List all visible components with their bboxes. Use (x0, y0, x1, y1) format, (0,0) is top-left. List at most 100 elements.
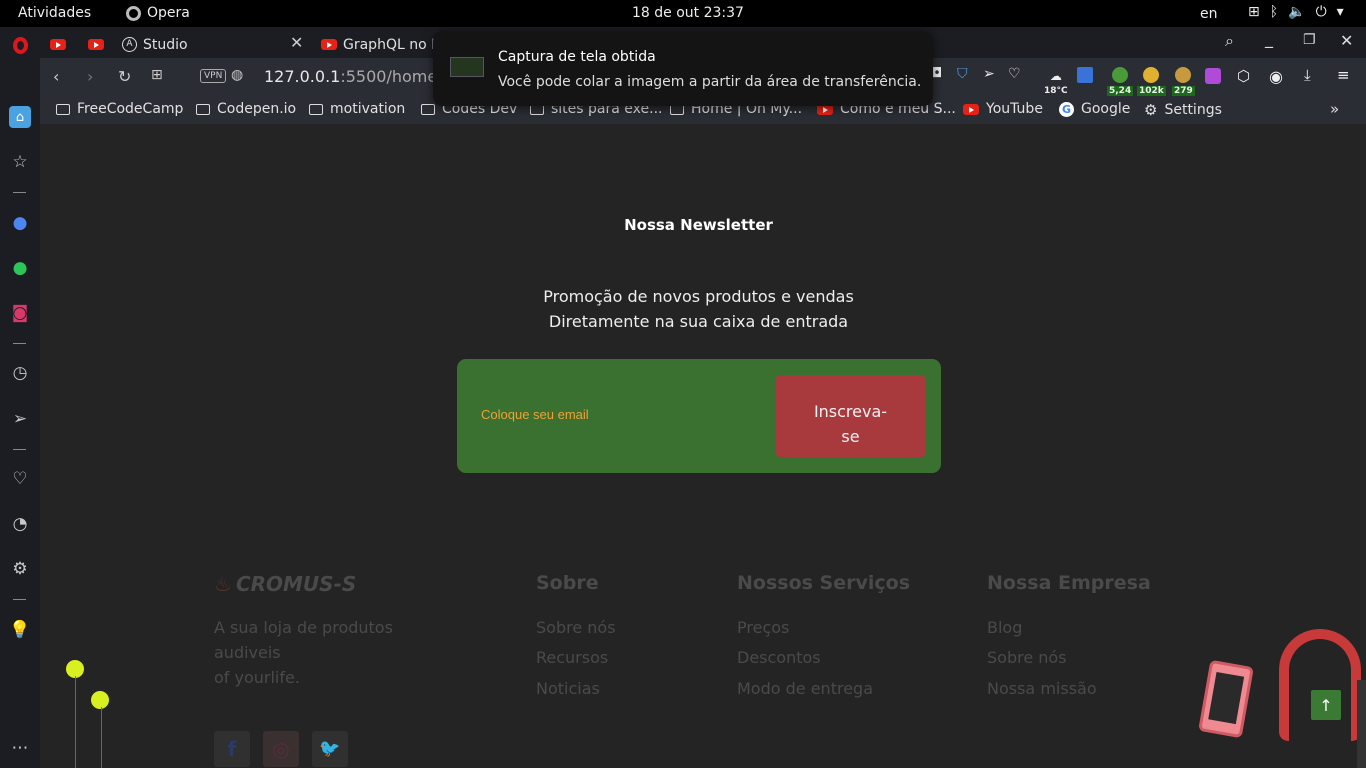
extensions-cube-icon[interactable]: ⬡ (1237, 67, 1250, 85)
shield-icon[interactable]: ⛉ (957, 66, 968, 82)
back-icon[interactable]: ‹ (53, 67, 59, 86)
google-icon: G (1059, 101, 1074, 117)
app-menu[interactable]: Opera (126, 5, 190, 21)
footer-link[interactable]: Descontos (737, 648, 821, 667)
brand-name: CROMUS-S (235, 572, 357, 596)
extension-badge-1[interactable]: 5,24 (1107, 67, 1134, 96)
newsletter-title: Nossa Newsletter (624, 216, 773, 234)
vpn-badge[interactable]: VPN (200, 69, 227, 83)
more-icon[interactable]: ⋯ (9, 737, 31, 759)
bookmark-freecodecamp[interactable]: FreeCodeCamp (56, 101, 183, 117)
email-input[interactable] (481, 407, 731, 422)
tab-graphql[interactable]: GraphQL no N (321, 31, 442, 58)
bookmark-youtube[interactable]: YouTube (963, 101, 1043, 117)
gear-icon: ⚙ (1144, 101, 1158, 119)
url-field[interactable]: 127.0.0.1:5500/home.ht (264, 67, 459, 86)
settings-icon[interactable]: ⚙ (9, 558, 31, 580)
subscribe-label-2: se (841, 427, 860, 446)
footer-link[interactable]: Preços (737, 618, 789, 637)
weather-temp: 18°C (1044, 86, 1068, 96)
flame-icon: ♨ (214, 572, 232, 596)
folder-icon (196, 103, 210, 115)
screenshot-notification[interactable]: Captura de tela obtida Você pode colar a… (433, 31, 933, 106)
bookmark-label: motivation (330, 101, 406, 117)
weather-extension[interactable]: ☁ 18°C (1044, 69, 1068, 96)
close-tab-icon[interactable]: ✕ (290, 33, 303, 52)
profile-icon[interactable]: ◉ (1269, 67, 1283, 86)
twitter-icon[interactable]: 🐦 (312, 731, 348, 767)
lightbulb-icon[interactable]: 💡 (9, 619, 31, 641)
tab-youtube-2[interactable] (88, 31, 104, 58)
system-top-bar: Atividades Opera 18 de out 23:37 en ⊞ ᛒ … (0, 0, 1366, 27)
color-picker-icon[interactable] (1205, 68, 1221, 87)
bookmark-settings[interactable]: ⚙ Settings (1144, 101, 1222, 119)
power-icon: ⏻ (1315, 4, 1327, 20)
opera-logo-icon[interactable] (9, 34, 31, 56)
camera-icon[interactable]: ◘ (932, 66, 942, 81)
heart-icon[interactable]: ♡ (1008, 66, 1021, 82)
footer-link[interactable]: Recursos (536, 648, 608, 667)
bookmark-codepen[interactable]: Codepen.io (196, 101, 296, 117)
youtube-icon (963, 103, 979, 115)
minimize-icon[interactable]: _ (1265, 29, 1273, 48)
youtube-icon (88, 39, 104, 50)
bookmark-label: Settings (1164, 102, 1222, 118)
send-icon[interactable]: ➢ (9, 408, 31, 430)
arrow-up-icon: ↑ (1319, 695, 1333, 715)
footer-column-title: Nossos Serviços (737, 572, 911, 594)
instagram-icon[interactable]: ◙ (9, 302, 31, 324)
heart-icon[interactable]: ♡ (9, 468, 31, 490)
whatsapp-icon[interactable]: ● (9, 257, 31, 279)
footer-link[interactable]: Nossa missão (987, 679, 1097, 698)
send-icon[interactable]: ➢ (983, 66, 995, 82)
footer-brand[interactable]: ♨ CROMUS-S (214, 572, 356, 596)
angular-icon: A (122, 37, 137, 52)
download-icon[interactable]: ⤓ (1304, 66, 1311, 84)
footer-link[interactable]: Blog (987, 618, 1022, 637)
footer-link[interactable]: Noticias (536, 679, 600, 698)
star-icon[interactable]: ☆ (9, 151, 31, 173)
tagline-line-2: audiveis (214, 643, 281, 662)
folder-icon (309, 103, 323, 115)
sidebar-divider (13, 599, 26, 600)
more-bookmarks-icon[interactable]: » (1330, 100, 1339, 118)
home-icon[interactable]: ⌂ (9, 106, 31, 128)
extension-badge-2[interactable]: 102k (1137, 67, 1166, 96)
scroll-to-top-button[interactable]: ↑ (1311, 690, 1341, 720)
youtube-icon (50, 39, 66, 50)
translate-icon[interactable] (1077, 67, 1093, 86)
opera-sidebar: ⌂ ☆ ● ● ◙ ◷ ➢ ♡ ◔ ⚙ 💡 ⋯ (0, 27, 40, 768)
bookmark-google[interactable]: G Google (1059, 101, 1130, 117)
menu-icon[interactable]: ≡ (1337, 66, 1350, 84)
footer-column-sobre: Sobre Sobre nós Recursos Noticias (536, 572, 616, 698)
footer-link[interactable]: Sobre nós (987, 648, 1067, 667)
search-tabs-icon[interactable]: ⌕ (1225, 31, 1234, 51)
extension-badge-3[interactable]: 279 (1172, 67, 1195, 96)
system-tray[interactable]: ⊞ ᛒ 🔈 ⏻ ▾ (1248, 4, 1344, 20)
footer-link[interactable]: Modo de entrega (737, 679, 873, 698)
subscribe-button[interactable]: Inscreva-se (776, 375, 925, 457)
bookmark-label: Codepen.io (217, 101, 297, 117)
bookmark-motivation[interactable]: motivation (309, 101, 405, 117)
facebook-icon[interactable]: f (214, 731, 250, 767)
history-icon[interactable]: ◔ (9, 513, 31, 535)
newsletter-form: Inscreva-se (457, 359, 941, 473)
activities-button[interactable]: Atividades (18, 5, 91, 21)
clock[interactable]: 18 de out 23:37 (632, 5, 744, 21)
reload-icon[interactable]: ↻ (118, 67, 131, 86)
youtube-icon (321, 39, 337, 50)
tab-youtube-1[interactable] (50, 31, 66, 58)
footer-link[interactable]: Sobre nós (536, 618, 616, 637)
instagram-icon[interactable]: ◎ (263, 731, 299, 767)
maximize-icon[interactable]: ❐ (1303, 32, 1316, 48)
scrollbar-thumb[interactable] (1357, 680, 1366, 768)
forward-icon[interactable]: › (87, 67, 93, 86)
player-icon[interactable]: ◷ (9, 362, 31, 384)
close-window-icon[interactable]: ✕ (1340, 31, 1353, 50)
newsletter-line-1: Promoção de novos produtos e vendas (543, 287, 854, 306)
tab-studio[interactable]: A Studio (122, 31, 188, 58)
app-name: Opera (147, 5, 190, 21)
messenger-icon[interactable]: ● (9, 212, 31, 234)
speed-dial-icon[interactable]: ⊞ (151, 67, 163, 83)
keyboard-language[interactable]: en (1200, 6, 1218, 22)
